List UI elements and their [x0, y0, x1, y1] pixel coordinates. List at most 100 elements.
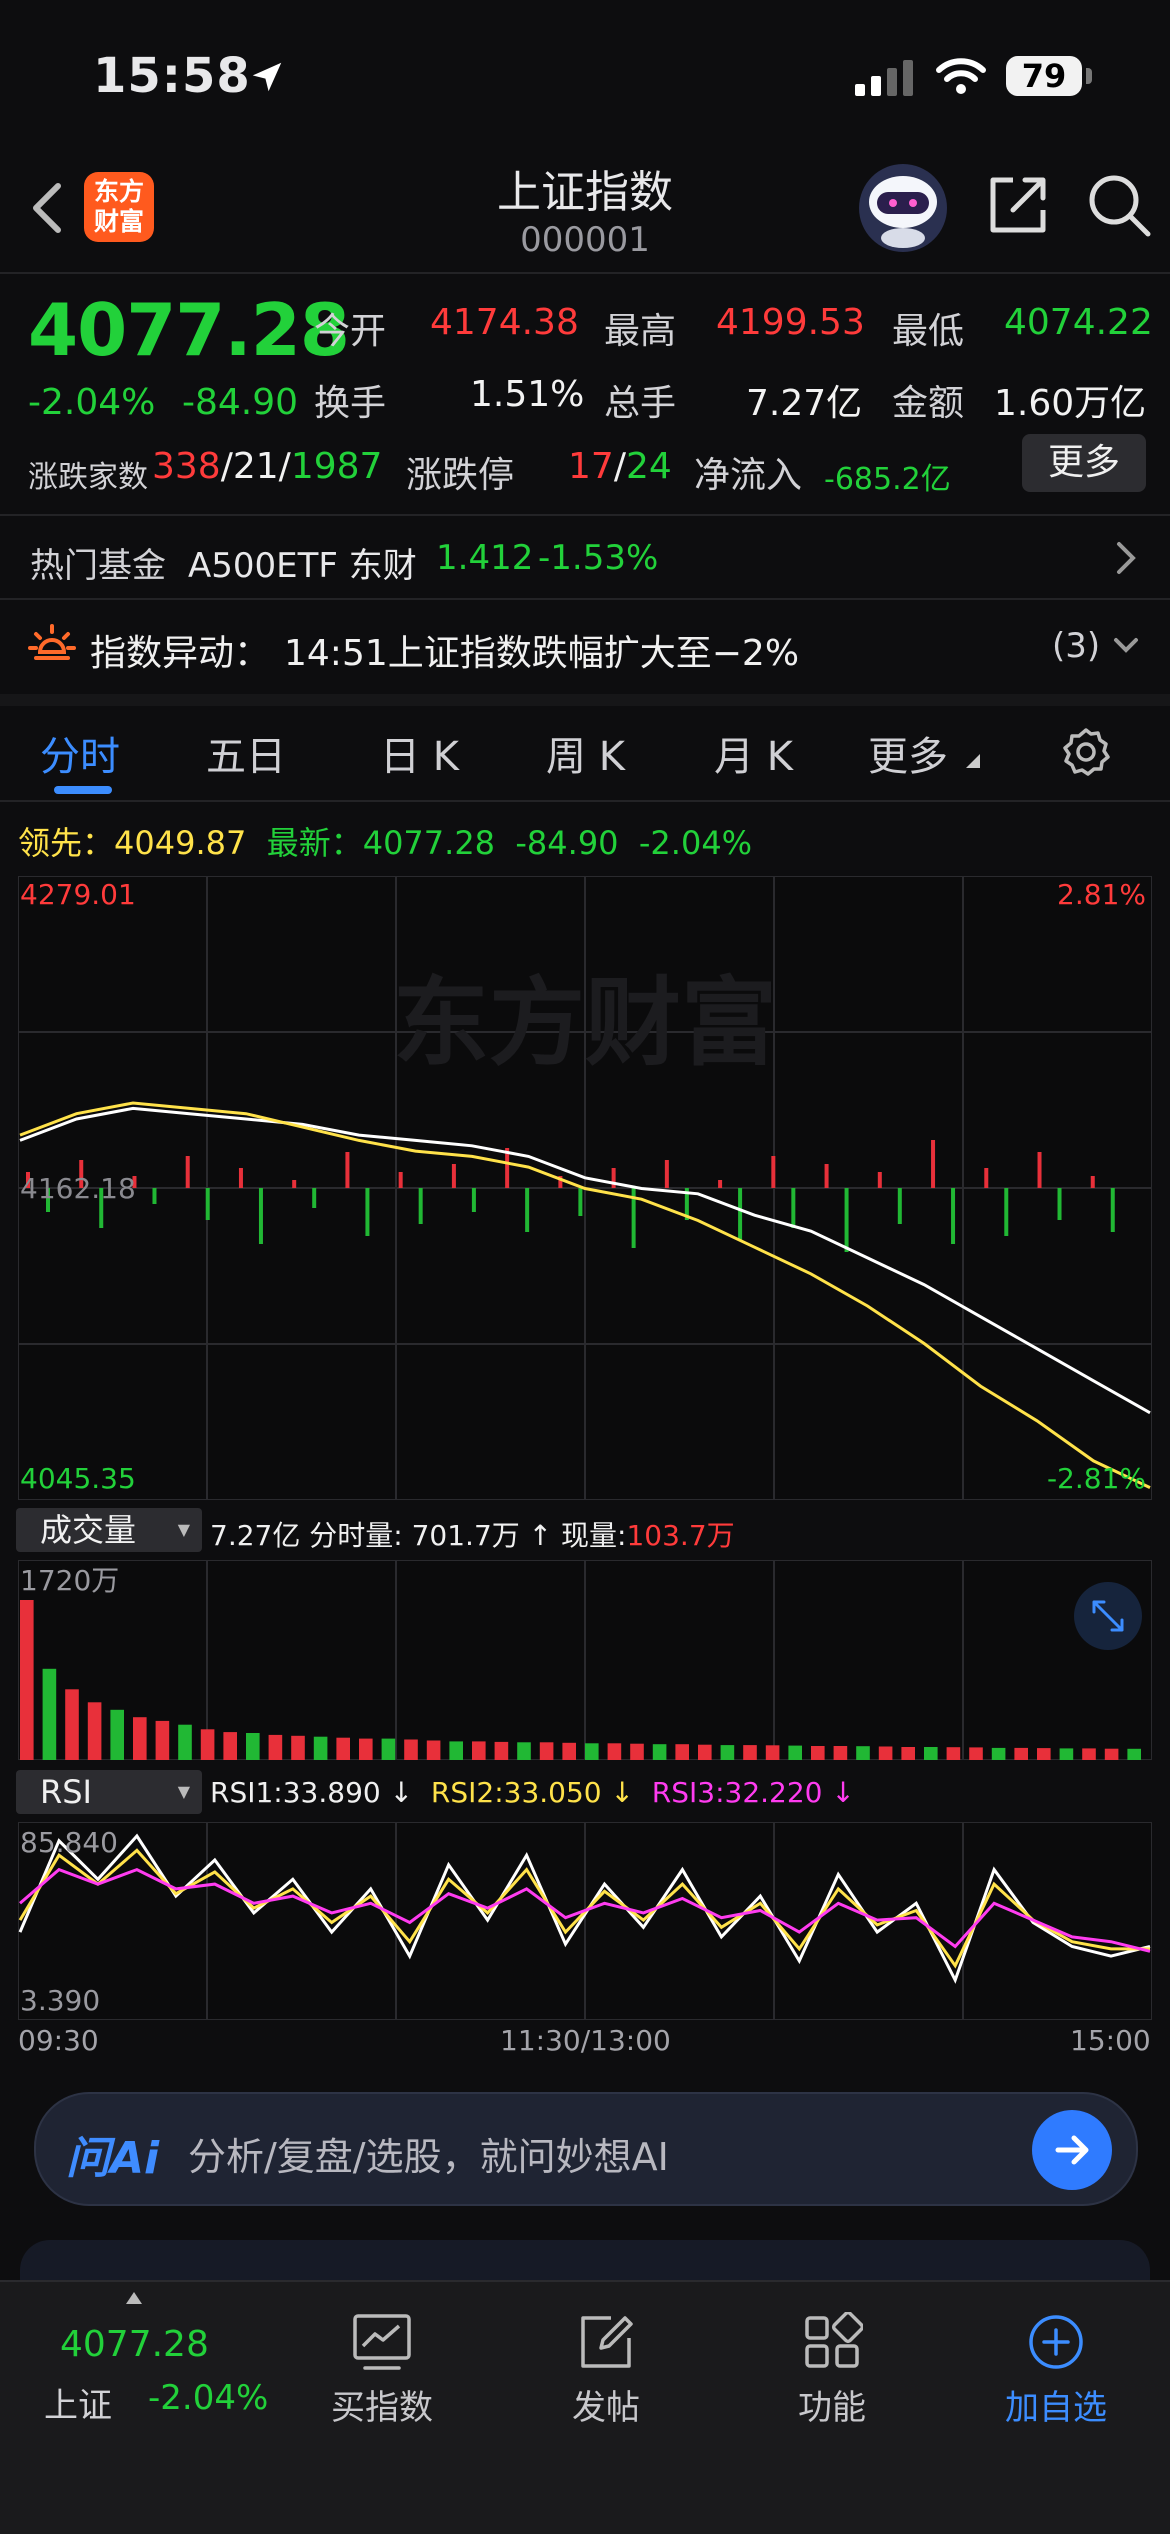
tab-intraday[interactable]: 分时 [40, 724, 120, 782]
flow-bar-up [398, 1172, 403, 1188]
volume-chart[interactable]: 1720万 [18, 1560, 1152, 1760]
volume-bar [720, 1745, 735, 1760]
latest-change: -84.90 [515, 824, 619, 862]
intraday-price-chart[interactable]: 东方财富 4279.01 4162.18 4045.35 2.81% -2.81… [18, 876, 1152, 1500]
flow-bar-down [791, 1188, 796, 1228]
tab-monthly-k[interactable]: 月 K [714, 724, 793, 782]
volume-bar [268, 1734, 283, 1760]
tab-more-triangle-icon [966, 754, 980, 768]
volume-bar [743, 1745, 757, 1760]
nav-add-watchlist[interactable]: 加自选 [976, 2312, 1136, 2429]
volume-bar [291, 1735, 305, 1760]
change-value: -84.90 [182, 382, 299, 423]
tab-more[interactable]: 更多 [868, 724, 948, 782]
breadth-label: 涨跌家数 [28, 460, 148, 495]
volume-summary: 7.27亿 分时量: 701.7万 ↑ 现量:103.7万 [210, 1514, 735, 1554]
volume-label: 总手 [604, 383, 677, 424]
flow-bar-down [312, 1188, 317, 1208]
rsi-chart[interactable]: 85.840 3.390 [18, 1822, 1152, 2020]
tab-five-day[interactable]: 五日 [206, 724, 286, 782]
volume-bar [607, 1743, 622, 1760]
volume-bar [200, 1729, 215, 1760]
rsi1-legend: RSI1:33.890 ↓ [210, 1776, 414, 1809]
volume-bar [630, 1743, 644, 1760]
ai-ask-bar[interactable]: 问Ai 分析/复盘/选股，就问妙想AI [34, 2092, 1138, 2206]
turnover-value: 1.51% [470, 374, 585, 415]
flow-bar-down [1004, 1188, 1009, 1236]
volume-bar [811, 1746, 825, 1760]
volume-bar [788, 1745, 802, 1760]
ai-logo: 问Ai [66, 2133, 160, 2184]
flow-bar-down [951, 1188, 956, 1244]
index-alert-row[interactable]: 指数异动： 14:51上证指数跌幅扩大至−2% (3) [0, 600, 1170, 706]
rsi-indicator-label: RSI [40, 1773, 92, 1811]
wifi-icon [936, 58, 986, 94]
rsi-indicator-bar: RSI ▼ RSI1:33.890 ↓ RSI2:33.050 ↓ RSI3:32… [0, 1764, 1170, 1820]
volume-bar [517, 1742, 531, 1760]
volume-bar [675, 1744, 689, 1760]
amount-value: 1.60万亿 [994, 383, 1147, 424]
hot-fund-label: 热门基金 [30, 546, 166, 586]
ai-submit-button[interactable] [1032, 2110, 1112, 2190]
tab-daily-k[interactable]: 日 K [380, 724, 459, 782]
status-bar: 15:58 79 [0, 0, 1170, 150]
tab-weekly-k[interactable]: 周 K [546, 724, 625, 782]
volume-indicator-label: 成交量 [40, 1511, 137, 1549]
open-label: 今开 [314, 311, 387, 352]
hot-fund-change: -1.53% [538, 538, 659, 578]
settings-gear-icon[interactable] [1060, 726, 1112, 778]
alert-count: (3) [1052, 626, 1101, 666]
chevron-right-icon [1117, 542, 1136, 574]
down-count: 1987 [290, 446, 383, 487]
share-icon[interactable] [985, 172, 1051, 238]
nav-functions[interactable]: 功能 [752, 2312, 912, 2429]
more-button[interactable]: 更多 [1022, 434, 1146, 492]
dropdown-triangle-icon: ▼ [177, 1782, 190, 1801]
volume-total: 7.27亿 [210, 1519, 301, 1552]
flow-bar-up [185, 1156, 190, 1188]
netflow-value: -685.2亿 [824, 462, 951, 497]
current-volume-label: 现量: [561, 1519, 627, 1552]
nav-index-name[interactable]: 上证 [44, 2378, 112, 2427]
flow-bar-down [365, 1188, 370, 1236]
flow-bar-up [824, 1164, 829, 1188]
flow-bar-up [1037, 1152, 1042, 1188]
flow-bar-down [525, 1188, 530, 1232]
volume-bar [472, 1741, 486, 1760]
current-price: 4077.28 [28, 288, 350, 372]
nav-index-price[interactable]: 4077.28 [60, 2324, 209, 2365]
flow-bar-down [258, 1188, 263, 1244]
nav-buy-index[interactable]: 买指数 [302, 2312, 462, 2429]
interval-volume: 701.7万 ↑ [411, 1519, 553, 1552]
pct-bottom-label: -2.81% [1047, 1462, 1146, 1495]
rsi-y-bottom-label: 3.390 [20, 1984, 100, 2017]
current-volume: 103.7万 [626, 1519, 735, 1552]
low-value: 4074.22 [1004, 302, 1153, 343]
volume-bar [698, 1744, 712, 1760]
nav-index-pct[interactable]: -2.04% [148, 2378, 268, 2418]
volume-bar [562, 1742, 576, 1760]
volume-bar [1037, 1748, 1051, 1760]
nav-post[interactable]: 发帖 [526, 2312, 686, 2429]
flow-bar-down [205, 1188, 210, 1220]
chart-info-line: 领先：4049.87 最新：4077.28 -84.90 -2.04% [18, 818, 752, 864]
volume-bar [449, 1741, 463, 1760]
search-icon[interactable] [1086, 172, 1152, 238]
rsi-indicator-select[interactable]: RSI ▼ [16, 1770, 202, 1814]
ai-robot-icon[interactable] [857, 162, 949, 254]
limit-up-count: 17 [568, 446, 614, 487]
volume-bar [1104, 1748, 1119, 1760]
rsi3-legend: RSI3:32.220 ↓ [651, 1776, 855, 1809]
volume-bar [833, 1746, 848, 1760]
flow-bar-up [771, 1156, 776, 1188]
amount-label: 金额 [892, 383, 965, 424]
volume-bar [924, 1747, 938, 1760]
y-bottom-label: 4045.35 [20, 1462, 136, 1495]
volume-bar [313, 1736, 328, 1760]
volume-bar [133, 1717, 147, 1760]
volume-bar [1082, 1748, 1096, 1760]
volume-bar [65, 1689, 79, 1760]
ai-input-placeholder[interactable]: 分析/复盘/选股，就问妙想AI [188, 2126, 669, 2181]
volume-indicator-select[interactable]: 成交量 ▼ [16, 1508, 202, 1552]
hot-fund-row[interactable]: 热门基金 A500ETF 东财 1.412 -1.53% [0, 516, 1170, 600]
